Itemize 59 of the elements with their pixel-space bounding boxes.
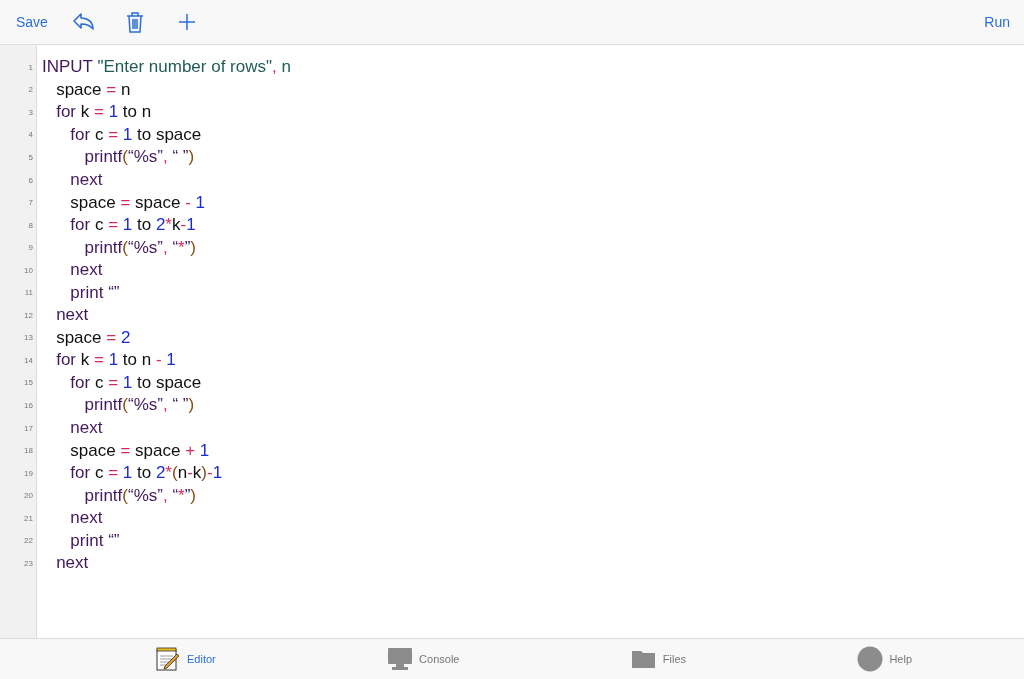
code-line: next — [69, 417, 103, 439]
line-number: 16 — [24, 400, 33, 410]
line-number: 20 — [24, 491, 33, 501]
code-line: printf(“%s”, “ ”) — [83, 146, 195, 169]
save-button[interactable]: Save — [10, 10, 54, 34]
code-line: space = space + 1 — [69, 439, 210, 462]
plus-icon — [177, 13, 196, 31]
code-line: for k = 1 to n - 1 — [55, 349, 176, 372]
line-number: 14 — [24, 355, 33, 365]
line-number: 9 — [28, 243, 33, 253]
line-number: 1 — [28, 62, 33, 72]
line-number: 4 — [28, 130, 33, 140]
notepad-pencil-icon — [155, 647, 181, 671]
line-number: 19 — [24, 468, 33, 478]
line-number: 18 — [24, 446, 33, 456]
code-line: print “” — [69, 529, 120, 552]
code-line: space = space - 1 — [69, 191, 206, 214]
line-number: 12 — [24, 310, 33, 320]
code-line: next — [55, 304, 89, 327]
run-button[interactable]: Run — [978, 10, 1016, 34]
help-icon — [857, 646, 884, 672]
code-line: next — [69, 507, 103, 530]
tab[interactable]: Editor — [153, 639, 218, 679]
line-number: 7 — [28, 198, 33, 208]
code-line: next — [55, 552, 89, 575]
line-number: 22 — [24, 536, 33, 546]
line-number: 10 — [24, 265, 33, 275]
code-line: space = n — [55, 78, 131, 101]
trash-icon — [125, 11, 144, 33]
undo-icon — [71, 12, 96, 32]
line-number: 3 — [28, 107, 33, 117]
line-number: 2 — [28, 85, 33, 95]
code-line: printf(“%s”, “*”) — [83, 484, 197, 507]
code-line: space = 2 — [55, 326, 131, 349]
code-line: print “” — [69, 281, 120, 304]
line-number: 13 — [24, 333, 33, 343]
folder-icon — [630, 649, 657, 669]
tab[interactable]: Console — [385, 639, 462, 679]
line-number: 6 — [28, 175, 33, 185]
line-number: 8 — [28, 220, 33, 230]
code-line: next — [69, 169, 103, 191]
line-number: 17 — [24, 423, 33, 433]
code-line: for c = 1 to space — [69, 371, 202, 394]
code-line: printf(“%s”, “*”) — [83, 236, 197, 259]
code-line: for c = 1 to 2*(n-k)-1 — [69, 462, 223, 485]
code-line: printf(“%s”, “ ”) — [83, 394, 195, 417]
line-number: 11 — [24, 288, 33, 298]
code-line: INPUT "Enter number of rows", n — [42, 56, 291, 79]
code-line: for c = 1 to space — [69, 123, 202, 146]
line-number: 21 — [24, 513, 33, 523]
line-number: 5 — [28, 152, 33, 162]
code-line: for c = 1 to 2*k-1 — [69, 214, 196, 237]
line-number: 23 — [24, 558, 33, 568]
tab[interactable]: Files — [628, 639, 689, 679]
monitor-icon — [387, 647, 414, 671]
code-line: next — [69, 259, 103, 282]
tab[interactable]: Help — [855, 639, 914, 679]
line-number: 15 — [24, 378, 33, 388]
code-line: for k = 1 to n — [55, 101, 152, 124]
